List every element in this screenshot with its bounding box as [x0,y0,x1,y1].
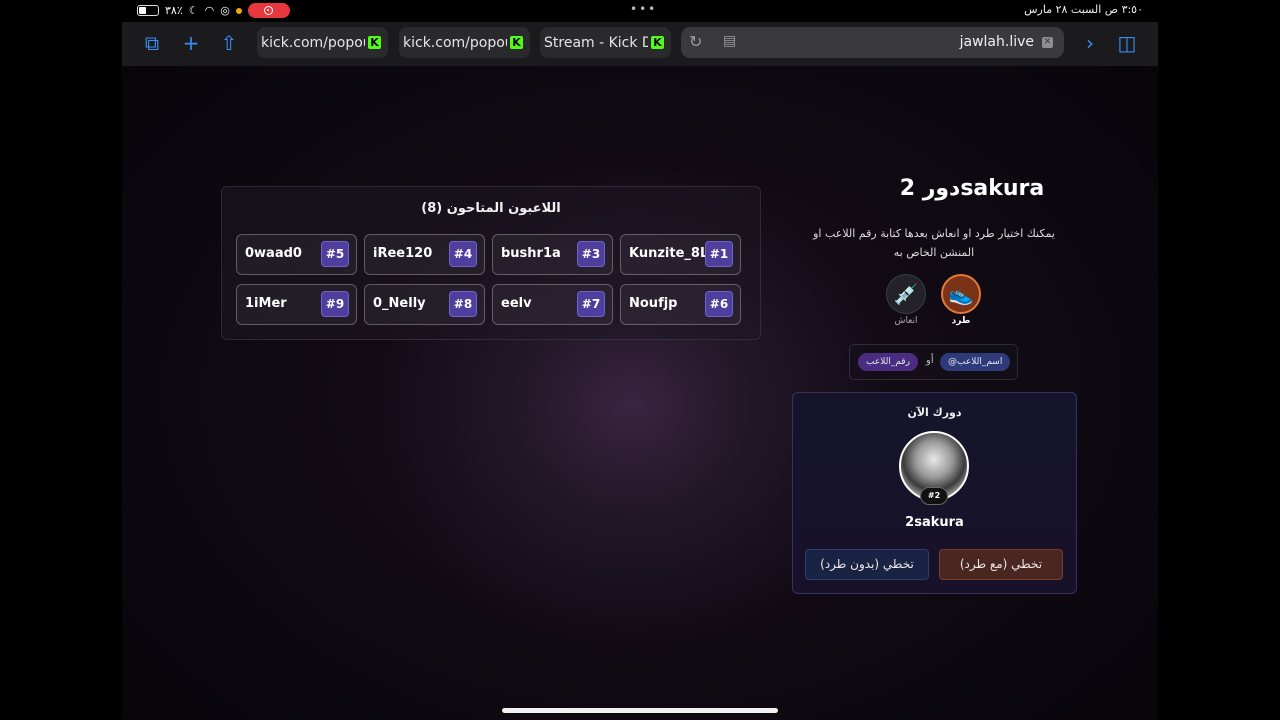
web-page: اللاعبون المتاحون (8) 0waad0 #5 iRee120 … [122,66,1158,720]
kick-logo-icon: K [651,36,664,49]
input-hint-box: رقم_اللاعب أو @اسم_اللاعب [849,344,1018,380]
player-number-badge: #1 [705,241,733,267]
sidebar-toggle-icon[interactable]: ◫ [1115,31,1139,55]
player-number-badge: #9 [321,291,349,317]
browser-tab-2[interactable]: kick.com/popout K [399,27,530,58]
player-number-badge: #4 [449,241,477,267]
player-card[interactable]: Noufjp #6 [620,284,741,325]
revive-action-label: انعاش [894,316,918,326]
kick-action-label: طرد [951,316,971,326]
tab-title: kick.com/popout [261,34,365,51]
address-bar[interactable]: ↻ ▤ jawlah.live ✕ [681,27,1064,58]
mic-indicator-icon [235,7,242,14]
record-icon [264,6,274,15]
player-card[interactable]: 0_Nelly #8 [364,284,485,325]
turn-title: دور 2sakura [899,176,1045,201]
player-number-badge: #7 [577,291,605,317]
status-left: ٣٨٪ ☾ ◠ ◎ [137,3,290,18]
skip-with-kick-button[interactable]: تخطي (مع طرد) [939,549,1063,580]
forward-icon[interactable]: › [1078,31,1102,55]
wifi-icon: ◠ [204,4,215,17]
new-tab-icon[interactable]: + [179,31,203,55]
player-number-badge: #6 [705,291,733,317]
hint-or-text: أو [926,355,934,366]
avatar-number-badge: #2 [920,487,948,505]
current-turn-card: دورك الآن #2 2sakura تخطي (بدون طرد) تخط… [792,392,1077,594]
revive-action[interactable]: 💉 انعاش [884,274,928,326]
player-name: iRee120 [373,246,433,261]
player-card[interactable]: Kunzite_8L... #1 [620,234,741,275]
reader-mode-icon[interactable]: ▤ [723,33,736,49]
available-players-panel: اللاعبون المتاحون (8) 0waad0 #5 iRee120 … [221,186,761,340]
tab-title: kick.com/popout [403,34,507,51]
your-turn-heading: دورك الآن [907,406,962,419]
sneaker-kick-icon: 👟 [941,274,981,314]
player-number-badge: #8 [449,291,477,317]
current-player-name: 2sakura [905,515,964,530]
kick-logo-icon: K [368,36,381,49]
player-name: eelv [501,296,532,311]
player-name: bushr1a [501,246,561,261]
player-name: 1iMer [245,296,287,311]
screen-recording-button[interactable] [247,3,290,18]
player-name: Noufjp [629,296,678,311]
browser-tab-1[interactable]: kick.com/popout K [257,27,388,58]
player-name: 0_Nelly [373,296,426,311]
player-mention-chip: @اسم_اللاعب [940,353,1011,371]
multitask-dots[interactable]: ••• [630,2,657,16]
tab-overview-icon[interactable]: ⧉ [140,31,164,55]
player-card[interactable]: bushr1a #3 [492,234,613,275]
clock-date: ٣:٥٠ ص السبت ٢٨ مارس [1024,3,1143,16]
battery-percent: ٣٨٪ [165,4,183,17]
players-panel-title: اللاعبون المتاحون (8) [421,201,561,216]
player-name: 0waad0 [245,246,302,261]
player-number-badge: #5 [321,241,349,267]
browser-toolbar: ⧉ + ⇧ kick.com/popout K kick.com/popout … [122,22,1158,66]
player-card[interactable]: 1iMer #9 [236,284,357,325]
moon-icon: ☾ [188,4,199,17]
tab-title: Stream - Kick Dashboard [544,34,648,51]
home-indicator[interactable] [502,708,778,713]
kick-logo-icon: K [510,36,523,49]
kick-action[interactable]: 👟 طرد [939,274,983,326]
address-text[interactable]: jawlah.live [960,34,1034,50]
player-number-badge: #3 [577,241,605,267]
battery-icon [137,5,159,16]
player-card[interactable]: iRee120 #4 [364,234,485,275]
share-icon[interactable]: ⇧ [217,31,241,55]
turn-description: يمكنك اختيار طرد او انعاش بعدها كتابة رق… [813,227,1055,259]
status-bar: ٣٨٪ ☾ ◠ ◎ ••• ٣:٥٠ ص السبت ٢٨ مارس [0,0,1280,20]
clear-address-icon[interactable]: ✕ [1042,37,1053,48]
reload-icon[interactable]: ↻ [689,32,702,51]
player-card[interactable]: eelv #7 [492,284,613,325]
syringe-icon: 💉 [886,274,926,314]
player-number-chip: رقم_اللاعب [858,353,918,371]
player-name: Kunzite_8L... [629,246,715,261]
location-icon: ◎ [220,4,230,17]
skip-without-kick-button[interactable]: تخطي (بدون طرد) [805,549,929,580]
player-card[interactable]: 0waad0 #5 [236,234,357,275]
browser-tab-3[interactable]: Stream - Kick Dashboard K [540,27,671,58]
